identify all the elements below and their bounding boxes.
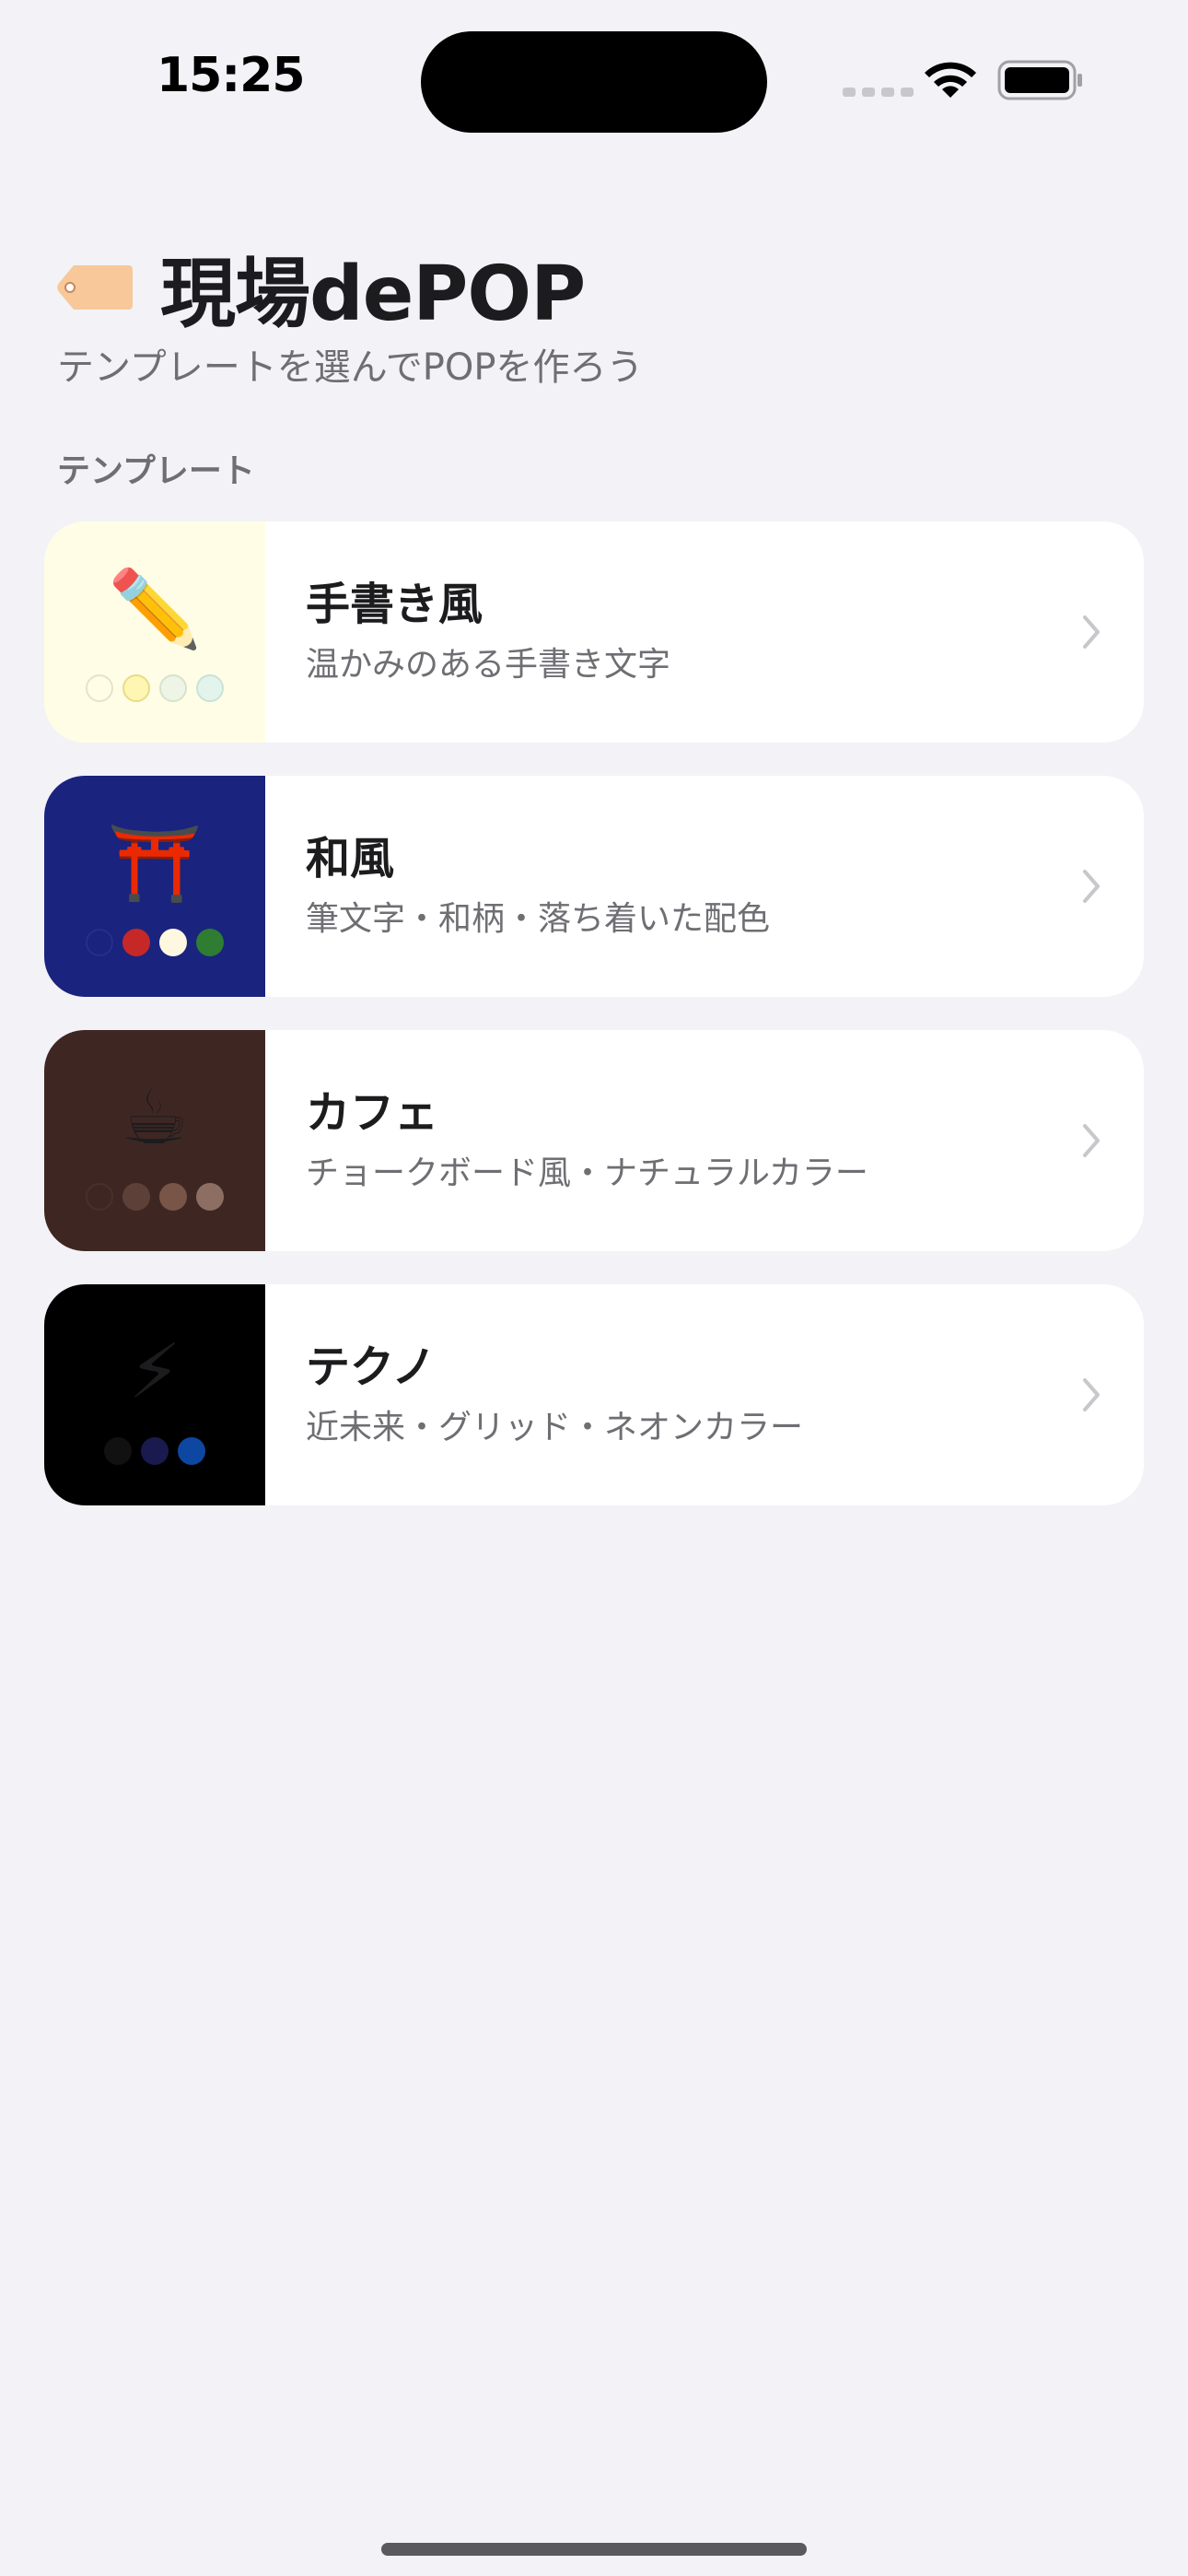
color-swatch [159,674,187,702]
home-indicator[interactable] [381,2543,807,2556]
template-description: 温かみのある手書き文字 [306,646,671,684]
color-swatches [86,929,224,956]
template-text: 手書き風 温かみのある手書き文字 [265,521,670,743]
template-card-cafe[interactable]: ☕ カフェ チョークボード風・ナチュラルカラー [44,1030,1144,1251]
template-description: チョークボード風・ナチュラルカラー [306,1154,868,1192]
home-screen: 15:25 現場dePOP テンプレートを選んでPOPを作ろう テンプレート ✏… [0,0,1188,2576]
template-card-japanese[interactable]: ⛩️ 和風 筆文字・和柄・落ち着いた配色 [44,776,1144,997]
template-title: 手書き風 [306,579,483,630]
color-swatches [86,674,224,702]
chevron-right-icon [1083,1378,1100,1411]
template-text: カフェ チョークボード風・ナチュラルカラー [265,1030,868,1251]
color-swatch [122,1183,150,1211]
chevron-right-icon [1083,870,1100,903]
color-swatch [86,1183,113,1211]
color-swatch [196,674,224,702]
template-description: 近未来・グリッド・ネオンカラー [306,1409,804,1446]
color-swatch [86,674,113,702]
template-thumbnail: ✏️ [44,521,265,743]
dynamic-island [421,31,767,133]
template-text: テクノ 近未来・グリッド・ネオンカラー [265,1284,803,1505]
section-header-templates: テンプレート [57,452,255,490]
color-swatch [104,1437,132,1465]
template-title: 和風 [306,833,395,884]
status-time: 15:25 [157,48,306,103]
wifi-icon [925,62,976,98]
color-swatch [178,1437,205,1465]
color-swatch [141,1437,169,1465]
color-swatch [159,929,187,956]
template-text: 和風 筆文字・和柄・落ち着いた配色 [265,776,770,997]
lightning-icon: ⚡ [128,1329,181,1416]
color-swatch [196,1183,224,1211]
template-card-handwritten[interactable]: ✏️ 手書き風 温かみのある手書き文字 [44,521,1144,743]
coffee-cup-icon: ☕ [121,1074,189,1162]
torii-gate-icon: ⛩️ [107,820,203,907]
template-title: カフェ [306,1087,439,1139]
pencil-icon: ✏️ [107,566,203,653]
title-row: 現場dePOP [57,232,586,342]
template-list: ✏️ 手書き風 温かみのある手書き文字 ⛩️ 和風 筆文字・和柄・落ち着いた配色… [44,521,1144,1539]
color-swatch [196,929,224,956]
template-card-techno[interactable]: ⚡ テクノ 近未来・グリッド・ネオンカラー [44,1284,1144,1505]
color-swatches [104,1437,205,1465]
template-title: テクノ [306,1341,437,1393]
template-thumbnail: ⛩️ [44,776,265,997]
color-swatch [86,929,113,956]
battery-icon [997,60,1082,100]
template-description: 筆文字・和柄・落ち着いた配色 [306,900,771,938]
page-subtitle: テンプレートを選んでPOPを作ろう [57,346,644,389]
color-swatches [86,1183,224,1211]
color-swatch [159,1183,187,1211]
template-thumbnail: ⚡ [44,1284,265,1505]
template-thumbnail: ☕ [44,1030,265,1251]
color-swatch [122,674,150,702]
color-swatch [122,929,150,956]
cellular-signal-icon [843,88,914,97]
chevron-right-icon [1083,615,1100,649]
page-title: 現場dePOP [160,251,586,338]
price-tag-icon [57,264,133,310]
chevron-right-icon [1083,1124,1100,1157]
